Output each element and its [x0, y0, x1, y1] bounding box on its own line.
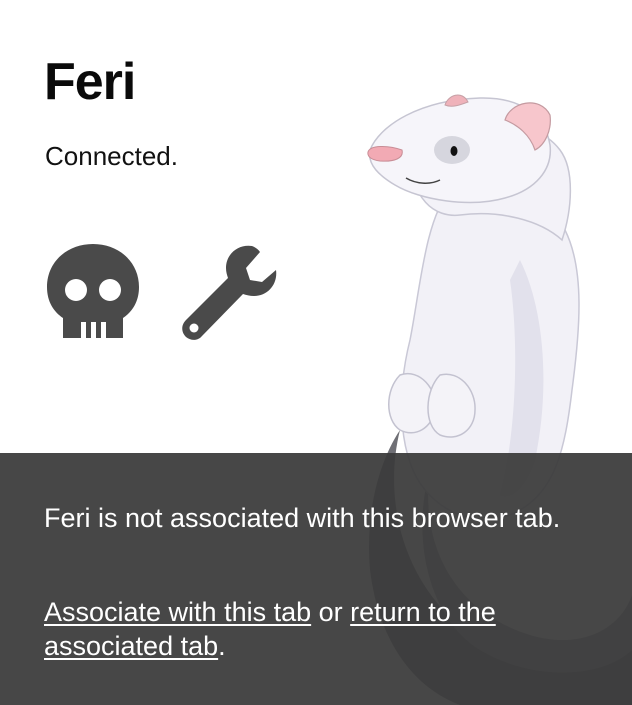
skull-icon[interactable]	[45, 242, 141, 340]
overlay-message: Feri is not associated with this browser…	[44, 503, 561, 533]
connection-status: Connected.	[45, 141, 178, 171]
wrench-icon[interactable]	[180, 242, 278, 340]
associate-tab-link[interactable]: Associate with this tab	[44, 597, 311, 627]
app-title: Feri	[44, 53, 136, 111]
association-overlay: Feri is not associated with this browser…	[0, 453, 632, 705]
period-text: .	[218, 631, 226, 661]
overlay-actions: Associate with this tab or return to the…	[44, 595, 584, 663]
or-text: or	[311, 597, 351, 627]
